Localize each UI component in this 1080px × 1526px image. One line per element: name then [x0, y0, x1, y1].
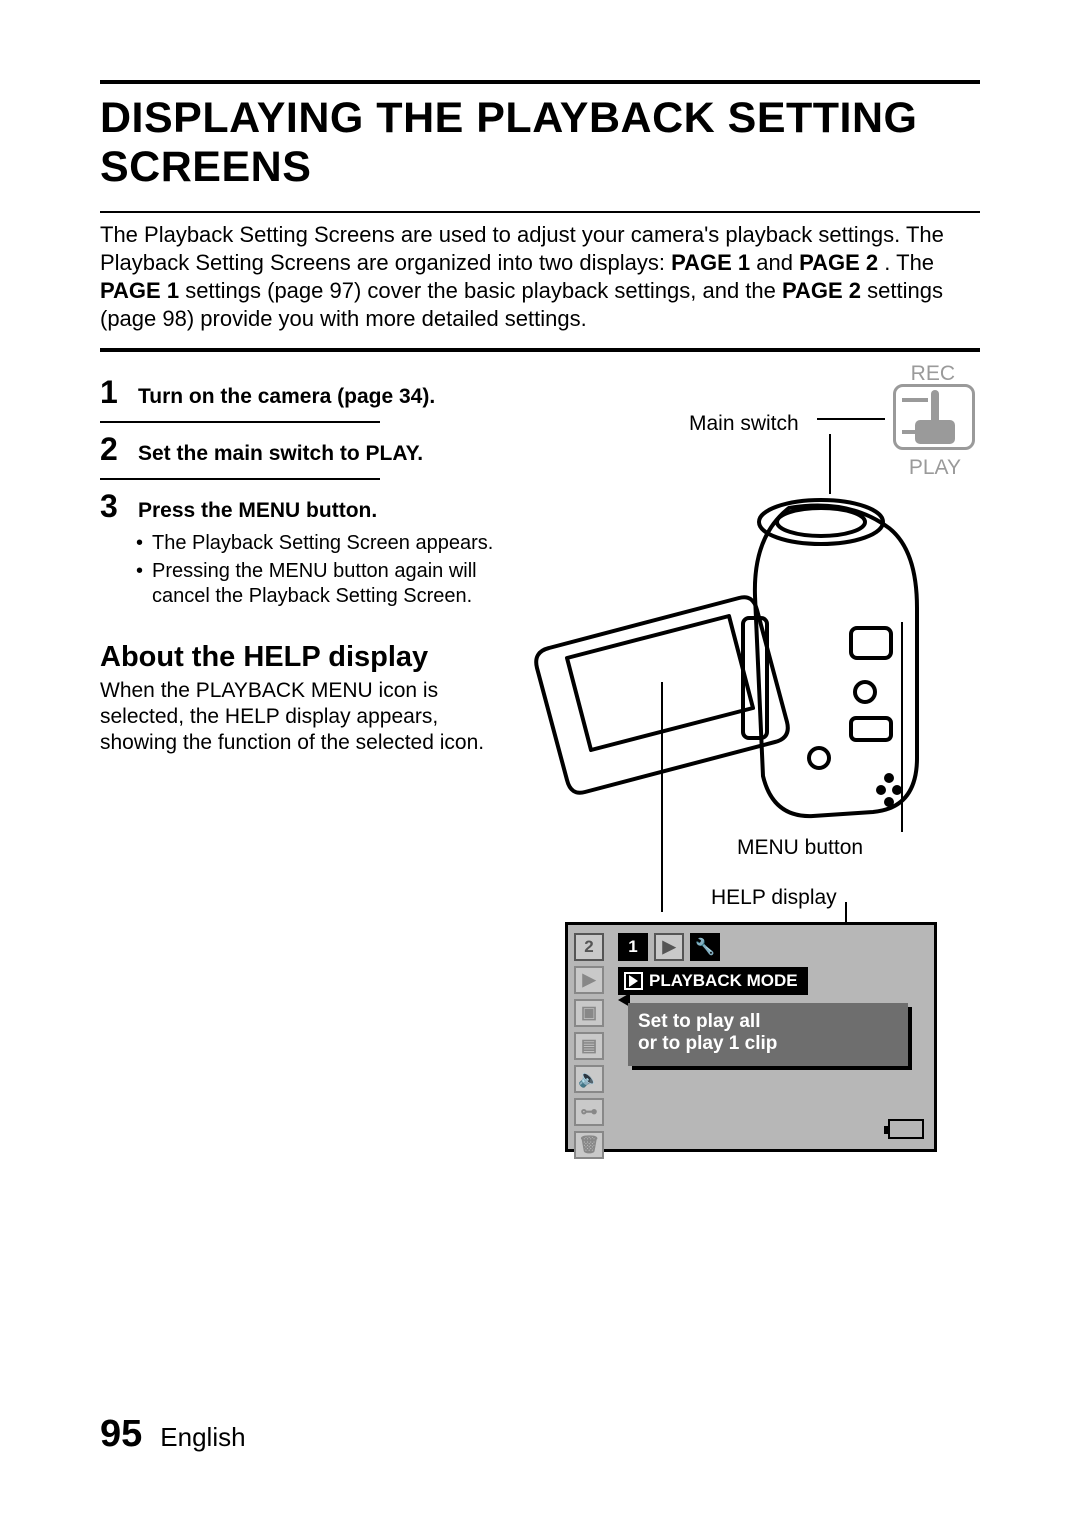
page-title: DISPLAYING THE PLAYBACK SETTING SCREENS — [100, 94, 980, 193]
wrench-icon: 🔧 — [690, 933, 720, 961]
step-2-number: 2 — [100, 431, 124, 468]
top-rule — [100, 80, 980, 84]
intro-t2: and — [756, 250, 799, 275]
step-1-heading: Turn on the camera (page 34). — [138, 384, 435, 409]
help-line-1: Set to play all — [638, 1011, 898, 1034]
intro-b1: PAGE 1 — [671, 250, 750, 275]
step-3-bullet-2: Pressing the MENU button again will canc… — [136, 559, 505, 609]
step-1-number: 1 — [100, 374, 124, 411]
rec-label: REC — [911, 362, 955, 386]
tab-1-icon: 1 — [618, 933, 648, 961]
intro-b3: PAGE 1 — [100, 278, 179, 303]
steps-column: 1 Turn on the camera (page 34). 2 Set th… — [100, 362, 505, 756]
volume-icon: 🔈 — [574, 1065, 604, 1093]
help-body: When the PLAYBACK MENU icon is selected,… — [100, 678, 505, 756]
illustration-column: REC PLAY Main switch — [529, 362, 979, 756]
pointer-tab-icon: ▶ — [654, 933, 684, 961]
help-screen: 2 ▶ ▣ ▤ 🔈 ⊶ 🗑 1 ▶ 🔧 PLAYBACK MODE — [565, 922, 937, 1152]
trash-icon: 🗑 — [574, 1131, 604, 1159]
step-1: 1 Turn on the camera (page 34). — [100, 366, 505, 415]
main-switch-pointer — [817, 418, 885, 420]
help-tooltip: Set to play all or to play 1 clip — [628, 1003, 908, 1067]
intro-divider — [100, 348, 980, 352]
play-triangle-icon — [629, 975, 638, 987]
title-underline — [100, 211, 980, 213]
step-3-bullet-1: The Playback Setting Screen appears. — [136, 531, 505, 556]
lcd-pointer-line — [661, 682, 663, 912]
menu-button-label: MENU button — [737, 836, 863, 860]
intro-t4: settings (page 97) cover the basic playb… — [185, 278, 782, 303]
step-2-heading: Set the main switch to PLAY. — [138, 441, 423, 466]
intro-paragraph: The Playback Setting Screens are used to… — [100, 221, 980, 334]
play-mode-icon: ▶ — [574, 966, 604, 994]
footer: 95 English — [100, 1413, 246, 1456]
playback-mode-label: PLAYBACK MODE — [649, 971, 798, 991]
play-label: PLAY — [909, 456, 961, 480]
playback-mode-bar: PLAYBACK MODE — [618, 967, 808, 995]
help-line-2: or to play 1 clip — [638, 1033, 898, 1056]
help-display-label: HELP display — [711, 886, 837, 910]
footer-language: English — [160, 1422, 245, 1453]
page-number: 95 — [100, 1413, 142, 1456]
help-heading: About the HELP display — [100, 641, 505, 674]
protect-icon: ⊶ — [574, 1098, 604, 1126]
step-3: 3 Press the MENU button. The Playback Se… — [100, 480, 505, 617]
intro-b4: PAGE 2 — [782, 278, 861, 303]
main-switch-label: Main switch — [689, 412, 799, 436]
slideshow-icon: ▤ — [574, 1032, 604, 1060]
camera-illustration — [529, 478, 979, 838]
side-icons: 2 ▶ ▣ ▤ 🔈 ⊶ 🗑 — [574, 933, 622, 1159]
step-2: 2 Set the main switch to PLAY. — [100, 423, 505, 472]
battery-icon — [888, 1119, 924, 1139]
main-switch-icon — [893, 384, 975, 450]
step-3-heading: Press the MENU button. — [138, 498, 377, 523]
menu-pointer-line — [901, 622, 903, 832]
intro-b2: PAGE 2 — [799, 250, 878, 275]
step-3-number: 3 — [100, 488, 124, 525]
intro-t3: . The — [884, 250, 934, 275]
movie-icon: ▣ — [574, 999, 604, 1027]
top-tabs: 1 ▶ 🔧 — [618, 933, 720, 961]
tab-2-icon: 2 — [574, 933, 604, 961]
